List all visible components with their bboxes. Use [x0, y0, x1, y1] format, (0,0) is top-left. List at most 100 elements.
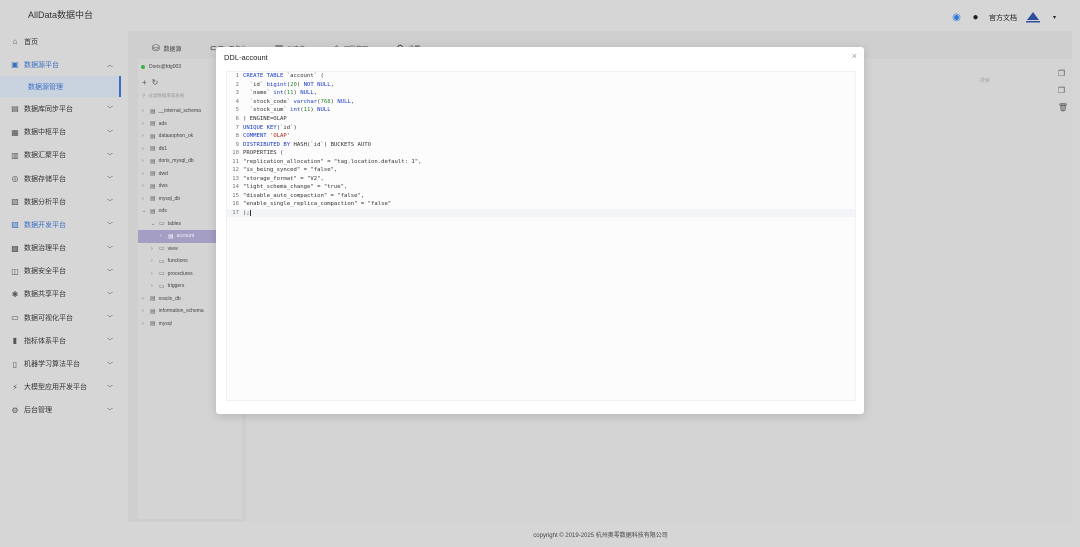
- sidebar-item-label: 数据汇聚平台: [24, 152, 66, 160]
- sidebar-item-label: 数据存储平台: [24, 175, 66, 183]
- admin-gear-icon: ⚙: [11, 405, 19, 415]
- collapse-arrow-icon[interactable]: ›: [142, 158, 147, 164]
- find-input[interactable]: 搜索: [980, 77, 1040, 87]
- sidebar-item-11[interactable]: ▭ 数据可视化平台 ﹀: [0, 306, 121, 329]
- chevron-down-icon: ﹀: [106, 269, 113, 276]
- chevron-down-icon[interactable]: ▾: [1049, 12, 1060, 23]
- chevron-down-icon: ﹀: [106, 246, 113, 253]
- code-line: 9 DISTRIBUTED BY HASH(`id`) BUCKETS AUTO: [227, 140, 855, 149]
- collapse-arrow-icon[interactable]: ›: [142, 296, 147, 302]
- expand-icon[interactable]: ⌄: [142, 208, 147, 214]
- code-token: bigint: [266, 81, 287, 88]
- tab-0[interactable]: ⛁ 数据源: [138, 37, 196, 59]
- collapse-arrow-icon[interactable]: ›: [151, 271, 156, 277]
- sidebar-item-0[interactable]: ⌂ 首页: [0, 30, 121, 53]
- sidebar-item-10[interactable]: ✱ 数据共享平台 ﹀: [0, 283, 121, 306]
- refresh-icon[interactable]: ↻: [152, 78, 159, 87]
- sidebar-item-6[interactable]: ▧ 数据分析平台 ﹀: [0, 190, 121, 213]
- code-token: ,: [330, 81, 334, 88]
- sidebar-item-12[interactable]: ▮ 指标体系平台 ﹀: [0, 329, 121, 352]
- sidebar-item-7[interactable]: ▨ 数据开发平台 ﹀: [0, 213, 121, 236]
- close-icon[interactable]: ×: [852, 51, 857, 61]
- copy-icon[interactable]: ❐: [1058, 69, 1068, 78]
- tree-node-label: doris_mysql_db: [158, 158, 194, 165]
- line-number: 2: [235, 81, 239, 88]
- docs-link[interactable]: 官方文档: [989, 13, 1017, 23]
- code-token: NULL: [337, 98, 351, 105]
- code-line: 17);: [227, 208, 855, 218]
- sidebar-item-3[interactable]: ▦ 数据中枢平台 ﹀: [0, 121, 121, 144]
- alldata-logo-icon: [1026, 12, 1040, 23]
- collapse-arrow-icon[interactable]: ›: [151, 283, 156, 289]
- line-number: 9: [235, 141, 239, 148]
- filter-icon: ⚲: [142, 93, 146, 98]
- collapse-arrow-icon[interactable]: ›: [151, 258, 156, 264]
- sidebar-item-label: 首页: [24, 38, 38, 46]
- tree-node-label: account: [176, 233, 195, 240]
- sidebar-item-8[interactable]: ▩ 数据治理平台 ﹀: [0, 237, 121, 260]
- tree-node-label: view: [167, 245, 178, 252]
- hub-icon: ▦: [11, 127, 19, 137]
- line-number: 10: [232, 150, 239, 157]
- collapse-arrow-icon[interactable]: ›: [142, 133, 147, 139]
- code-line: 16 "enable_single_replica_compaction" = "…: [227, 200, 855, 209]
- code-token: NULL: [317, 107, 331, 114]
- line-number: 17: [232, 210, 239, 217]
- collapse-arrow-icon[interactable]: ›: [160, 233, 165, 239]
- add-icon[interactable]: +: [142, 78, 147, 87]
- sidebar-item-13[interactable]: ▯ 机器学习算法平台 ﹀: [0, 352, 121, 375]
- visual-icon: ▭: [11, 313, 19, 323]
- sidebar-item-label: 数据治理平台: [24, 245, 66, 253]
- sidebar-item-2[interactable]: ▤ 数据库同步平台 ﹀: [0, 97, 121, 120]
- collapse-arrow-icon[interactable]: ›: [142, 196, 147, 202]
- chevron-down-icon: ﹀: [106, 153, 113, 160]
- screenshot-icon[interactable]: ◉: [951, 12, 962, 23]
- trash-icon[interactable]: 🗑: [1058, 103, 1068, 112]
- collapse-arrow-icon[interactable]: ›: [142, 308, 147, 314]
- sidebar-subitem-datasource-manage[interactable]: 数据源管理: [0, 76, 121, 98]
- code-token: HASH(`id`) BUCKETS AUTO: [290, 141, 371, 148]
- collapse-arrow-icon[interactable]: ›: [151, 246, 156, 252]
- sidebar-item-label: 后台管理: [24, 407, 52, 415]
- sidebar-item-9[interactable]: ◫ 数据安全平台 ﹀: [0, 260, 121, 283]
- sidebar-item-15[interactable]: ⚙ 后台管理 ﹀: [0, 399, 121, 422]
- sidebar-item-label: 数据库同步平台: [24, 105, 73, 113]
- code-text: PROPERTIES (: [243, 150, 283, 156]
- expand-icon[interactable]: ⌄: [151, 221, 156, 227]
- sidebar: AllData数据中台 ⌂ 首页 ▣ 数据源平台 ︿ 数据源管理 ▤ 数据库同步平台 ﹀ ▦ 数据中…: [0, 0, 121, 547]
- code-token: COMMENT: [243, 133, 267, 140]
- database-node-icon: ▤: [150, 196, 156, 203]
- text-caret: [249, 209, 251, 216]
- sidebar-item-label: 数据中枢平台: [24, 129, 66, 137]
- collapse-arrow-icon[interactable]: ›: [142, 321, 147, 327]
- database-node-icon: ▤: [150, 171, 156, 178]
- chevron-down-icon: ﹀: [106, 292, 113, 299]
- converge-icon: ▥: [11, 150, 19, 160]
- code-token: int: [273, 90, 284, 97]
- sidebar-item-5[interactable]: ◎ 数据存储平台 ﹀: [0, 167, 121, 190]
- collapse-arrow-icon[interactable]: ›: [142, 121, 147, 127]
- code-line: 8 COMMENT 'OLAP': [227, 132, 855, 141]
- code-text: COMMENT 'OLAP': [243, 133, 290, 139]
- avatar[interactable]: [1025, 12, 1041, 23]
- copy-alt-icon[interactable]: ❐: [1058, 86, 1068, 95]
- code-token: `id`: [243, 81, 267, 88]
- collapse-arrow-icon[interactable]: ›: [142, 146, 147, 152]
- code-token: "enable_single_replica_compaction" = "fa…: [243, 201, 392, 208]
- code-token: 11: [286, 90, 294, 97]
- sidebar-item-1[interactable]: ▣ 数据源平台 ︿: [0, 53, 121, 76]
- analysis-icon: ▧: [11, 197, 19, 207]
- line-number: 11: [232, 158, 239, 165]
- chevron-down-icon: ﹀: [106, 408, 113, 415]
- sidebar-item-14[interactable]: ⚡ 大模型应用开发平台 ﹀: [0, 376, 121, 399]
- sidebar-item-4[interactable]: ▥ 数据汇聚平台 ﹀: [0, 144, 121, 167]
- storage-icon: ◎: [11, 174, 19, 184]
- github-icon[interactable]: ●: [970, 12, 981, 23]
- collapse-arrow-icon[interactable]: ›: [142, 108, 147, 114]
- tree-search-input[interactable]: 过滤数据库或表格: [148, 93, 184, 99]
- code-token: varchar: [293, 98, 318, 105]
- collapse-arrow-icon[interactable]: ›: [142, 171, 147, 177]
- collapse-arrow-icon[interactable]: ›: [142, 183, 147, 189]
- ddl-code-editor[interactable]: 1 CREATE TABLE `account` (2 `id` bigint(2…: [226, 71, 856, 401]
- metrics-icon: ▮: [12, 336, 18, 346]
